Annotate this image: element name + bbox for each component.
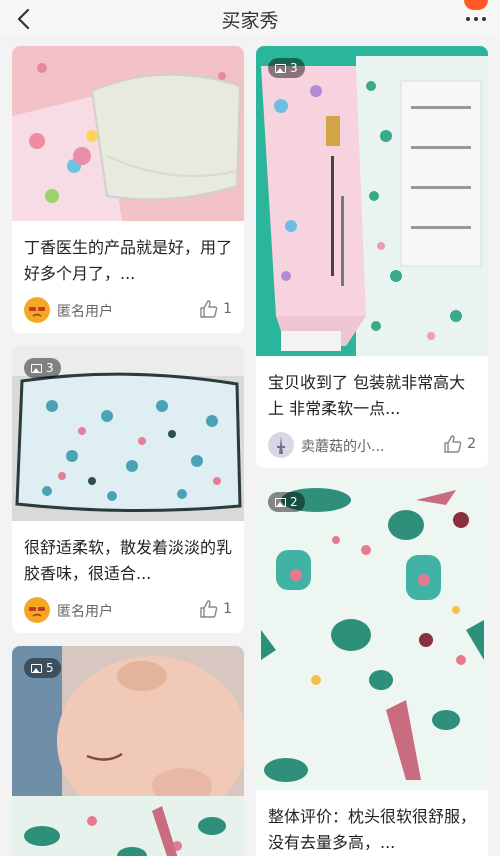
image-icon	[275, 497, 286, 507]
review-card[interactable]: 2 整体评价：枕头很软很舒服，没有去量多高，...	[256, 480, 488, 856]
like-count: 1	[223, 601, 232, 617]
like-count: 2	[467, 436, 476, 452]
review-card[interactable]: 丁香医生的产品就是好，用了好多个月了，... 匿名用户 1	[12, 46, 244, 333]
photo-count-badge: 5	[24, 658, 61, 678]
image-icon	[275, 63, 286, 73]
notification-badge	[464, 0, 488, 10]
review-meta: 匿名用户 1	[12, 587, 244, 633]
review-photo[interactable]	[12, 46, 244, 221]
photo-count-badge: 3	[24, 358, 61, 378]
avatar	[268, 432, 294, 458]
thumbs-up-icon	[200, 600, 218, 618]
photo-count-badge: 3	[268, 58, 305, 78]
review-photo[interactable]: 3	[12, 346, 244, 521]
like-button[interactable]: 1	[199, 599, 232, 619]
thumbs-up-icon	[444, 435, 462, 453]
like-count: 1	[223, 301, 232, 317]
username: 卖蘑菇的小...	[301, 439, 385, 455]
review-meta: 匿名用户 1	[12, 287, 244, 333]
like-button[interactable]: 1	[199, 299, 232, 319]
image-icon	[31, 663, 42, 673]
review-text: 丁香医生的产品就是好，用了好多个月了，...	[24, 238, 233, 283]
review-photo[interactable]: 2	[256, 480, 488, 790]
more-dots-icon	[466, 17, 486, 21]
username: 匿名用户	[57, 604, 113, 620]
photo-count-badge: 2	[268, 492, 305, 512]
review-photo[interactable]: 5	[12, 646, 244, 856]
avatar	[24, 297, 50, 323]
review-text: 整体评价：枕头很软很舒服，没有去量多高，...	[268, 807, 477, 852]
like-button[interactable]: 2	[443, 434, 476, 454]
review-photo[interactable]: 3	[256, 46, 488, 356]
more-menu-button[interactable]	[460, 0, 490, 30]
review-text: 很舒适柔软，散发着淡淡的乳胶香味，很适合...	[24, 538, 233, 583]
top-bar: 买家秀	[0, 0, 500, 38]
username: 匿名用户	[57, 304, 113, 320]
thumbs-up-icon	[200, 300, 218, 318]
review-card[interactable]: 5	[12, 646, 244, 856]
review-card[interactable]: 3 很舒适柔软，散发着淡淡的乳胶香味，很适合... 匿名用户 1	[12, 346, 244, 633]
page-title: 买家秀	[221, 10, 279, 32]
avatar	[24, 597, 50, 623]
review-meta: 卖蘑菇的小... 2	[256, 422, 488, 468]
image-icon	[31, 363, 42, 373]
review-text: 宝贝收到了 包装就非常高大上 非常柔软一点...	[268, 373, 466, 418]
review-card[interactable]: 3 宝贝收到了 包装就非常高大上 非常柔软一点... 卖蘑菇的小... 2	[256, 46, 488, 468]
